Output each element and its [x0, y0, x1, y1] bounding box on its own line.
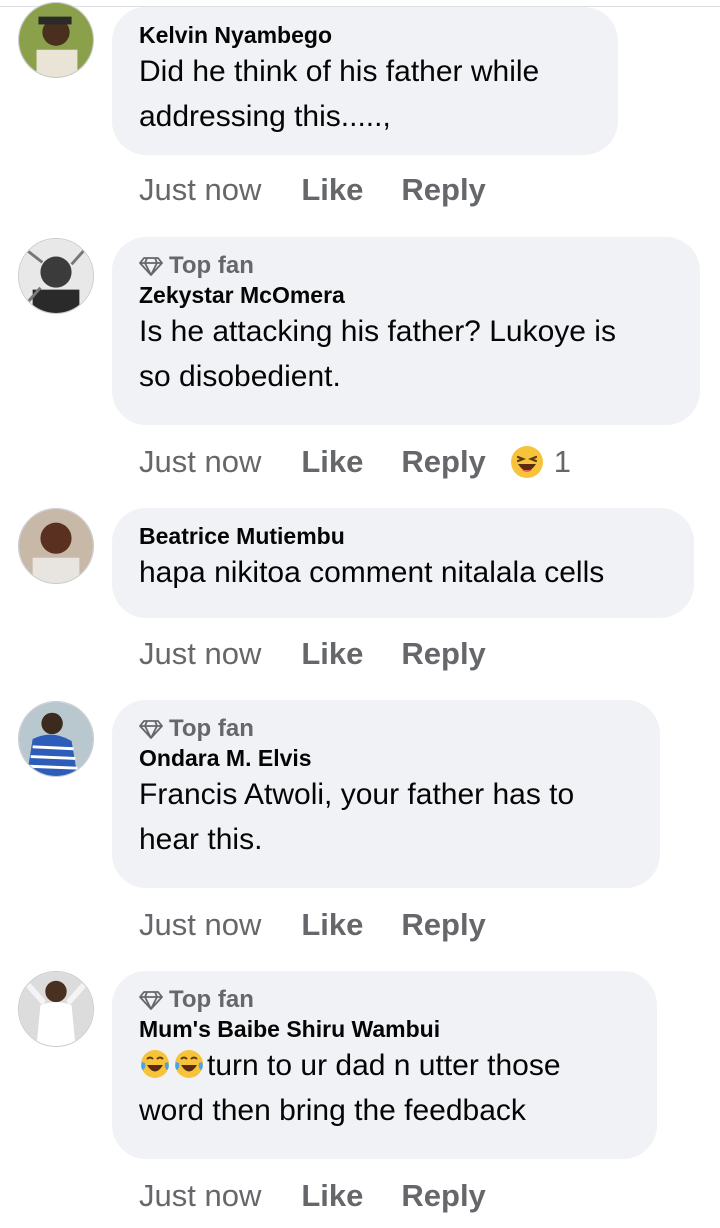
top-fan-label: Top fan	[169, 252, 254, 279]
comment-text-line: word then bring the feedback	[139, 1094, 526, 1127]
like-button[interactable]: Like	[301, 907, 363, 943]
comment-author[interactable]: Mum's Baibe Shiru Wambui	[139, 1015, 631, 1043]
comment-text-line: Is he attacking his father? Lukoye is	[139, 315, 616, 348]
comment-author[interactable]: Zekystar McOmera	[139, 281, 674, 309]
diamond-icon	[139, 991, 163, 1010]
avatar[interactable]	[18, 238, 94, 314]
comment-text-line: Francis Atwoli, your father has to	[139, 778, 575, 811]
like-button[interactable]: Like	[301, 1178, 363, 1214]
haha-emoji-icon	[510, 446, 543, 478]
comment-author[interactable]: Beatrice Mutiembu	[139, 522, 668, 550]
reply-button[interactable]: Reply	[401, 636, 485, 672]
comment-text: hapa nikitoa comment nitalala cells	[139, 550, 668, 595]
top-fan-badge: Top fan	[139, 985, 631, 1015]
comment-bubble: Beatrice Mutiembu hapa nikitoa comment n…	[112, 508, 694, 618]
comment-actions: Just now Like Reply 1	[139, 440, 571, 484]
diamond-icon	[139, 257, 163, 276]
comment-author[interactable]: Ondara M. Elvis	[139, 744, 634, 772]
avatar[interactable]	[18, 971, 94, 1047]
reply-button[interactable]: Reply	[401, 907, 485, 943]
comment-timestamp[interactable]: Just now	[139, 172, 261, 208]
comment-text-line: turn to ur dad n utter those	[139, 1043, 631, 1088]
like-button[interactable]: Like	[301, 636, 363, 672]
comment-actions: Just now Like Reply	[139, 168, 524, 212]
reply-button[interactable]: Reply	[401, 172, 485, 208]
comment-text: turn to ur dad n utter those word then b…	[139, 1043, 631, 1133]
diamond-icon	[139, 720, 163, 739]
comment-timestamp[interactable]: Just now	[139, 907, 261, 943]
top-fan-label: Top fan	[169, 715, 254, 742]
comment-actions: Just now Like Reply	[139, 1174, 524, 1218]
comment-timestamp[interactable]: Just now	[139, 636, 261, 672]
like-button[interactable]: Like	[301, 172, 363, 208]
comment-author[interactable]: Kelvin Nyambego	[139, 21, 592, 49]
comment-bubble: Kelvin Nyambego Did he think of his fath…	[112, 7, 618, 155]
comment-text-part: turn to ur dad n utter those	[207, 1049, 561, 1082]
comment-text-line: addressing this.....,	[139, 100, 391, 133]
comment-bubble: Top fan Mum's Baibe Shiru Wambui turn to…	[112, 971, 657, 1159]
reply-button[interactable]: Reply	[401, 1178, 485, 1214]
reply-button[interactable]: Reply	[401, 444, 485, 480]
comment-text: Francis Atwoli, your father has to hear …	[139, 772, 634, 862]
comment-text-line: so disobedient.	[139, 360, 341, 393]
comment-text: Did he think of his father while address…	[139, 49, 592, 139]
comment-text-line: hapa nikitoa comment nitalala cells	[139, 556, 605, 589]
comment-bubble: Top fan Ondara M. Elvis Francis Atwoli, …	[112, 700, 660, 888]
top-fan-label: Top fan	[169, 986, 254, 1013]
comment-actions: Just now Like Reply	[139, 632, 524, 676]
comment-actions: Just now Like Reply	[139, 903, 524, 947]
comment-text-line: Did he think of his father while	[139, 55, 540, 88]
comment-timestamp[interactable]: Just now	[139, 1178, 261, 1214]
like-button[interactable]: Like	[301, 444, 363, 480]
avatar[interactable]	[18, 508, 94, 584]
reaction-summary[interactable]: 1	[510, 444, 571, 480]
comment-text: Is he attacking his father? Lukoye is so…	[139, 309, 674, 399]
comment-text-line: hear this.	[139, 823, 263, 856]
comment-timestamp[interactable]: Just now	[139, 444, 261, 480]
comment-bubble: Top fan Zekystar McOmera Is he attacking…	[112, 237, 700, 425]
top-fan-badge: Top fan	[139, 251, 674, 281]
avatar[interactable]	[18, 2, 94, 78]
avatar[interactable]	[18, 701, 94, 777]
tears-of-joy-emoji-icon	[141, 1050, 169, 1078]
top-fan-badge: Top fan	[139, 714, 634, 744]
reaction-count: 1	[553, 444, 572, 479]
tears-of-joy-emoji-icon	[175, 1050, 203, 1078]
